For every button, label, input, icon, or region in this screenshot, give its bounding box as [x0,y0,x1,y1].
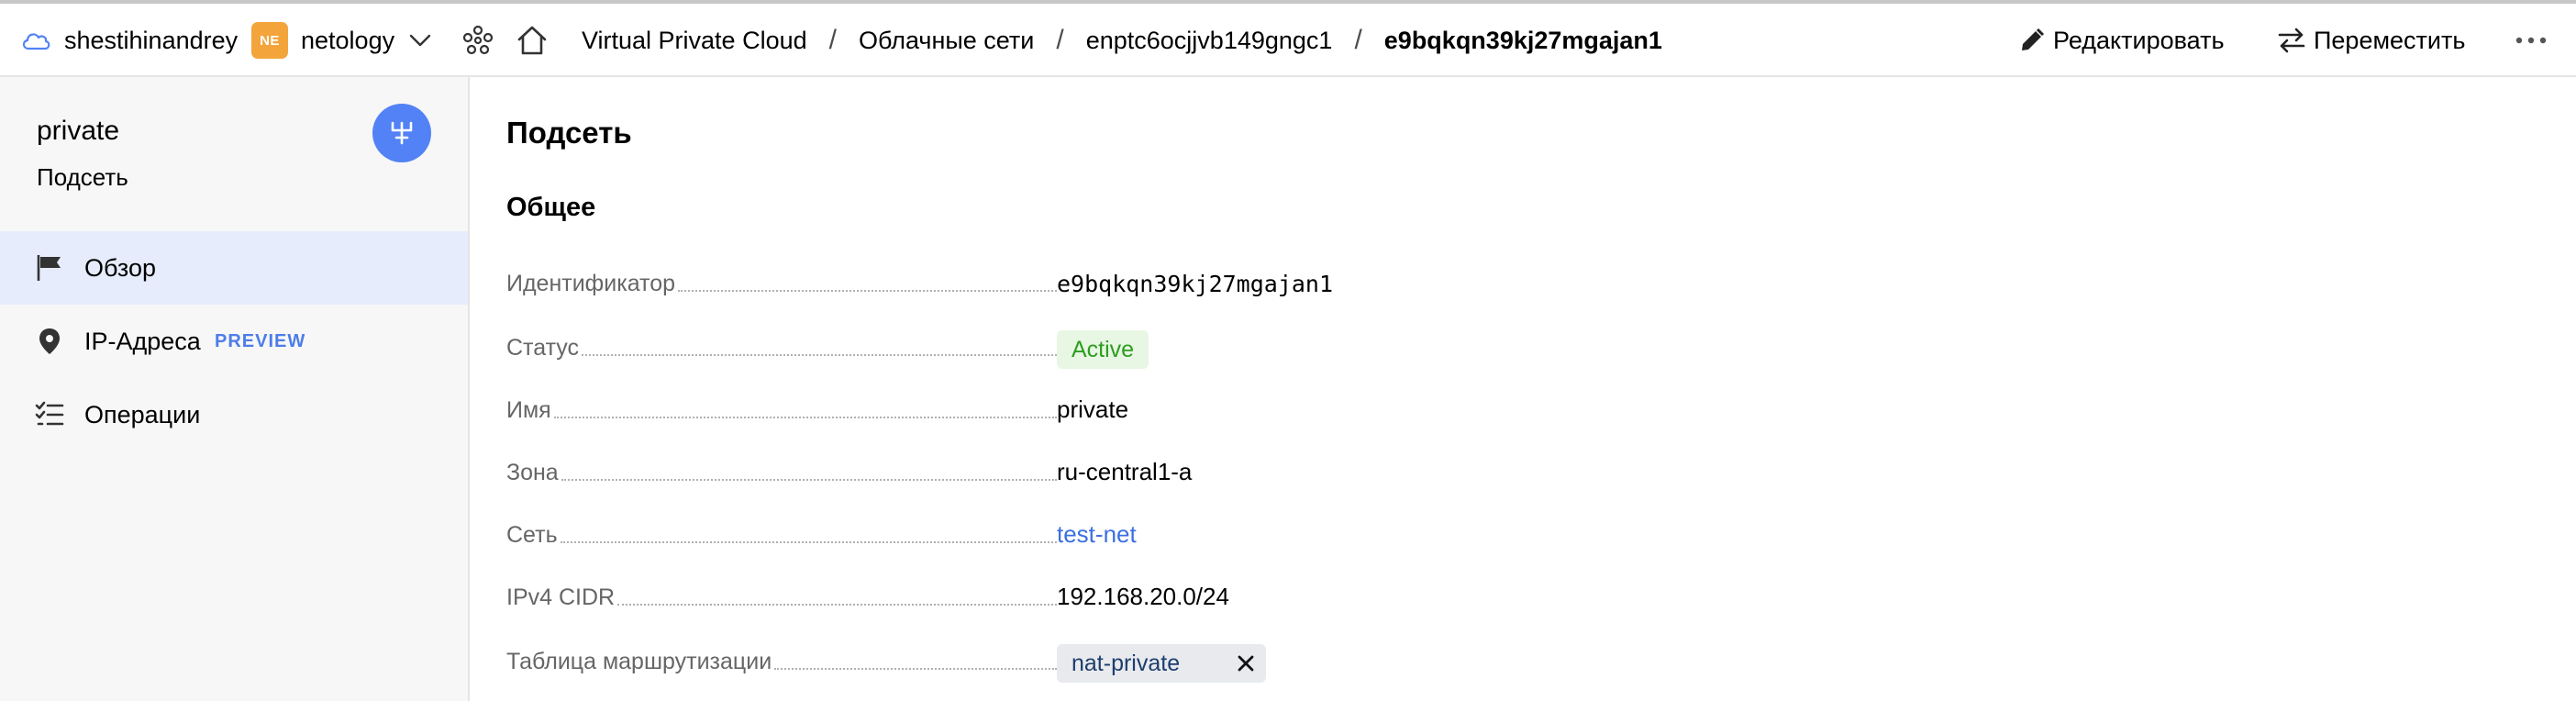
breadcrumb-vpc[interactable]: Virtual Private Cloud [582,27,807,55]
field-row-name: Имя private [506,385,1882,431]
services-button[interactable] [462,4,494,77]
swap-arrows-icon [2277,28,2306,53]
sidebar: private Подсеть Обзор IP-Адреса PREVIEW … [0,77,470,701]
account-name: shestihinandrey [64,26,239,54]
preview-badge: PREVIEW [215,330,306,351]
home-icon [516,25,549,56]
account-switcher[interactable]: shestihinandrey [20,4,238,77]
move-label: Переместить [2314,26,2466,54]
breadcrumb: Virtual Private Cloud / Облачные сети / … [582,4,1662,77]
field-label: Статус [506,335,580,361]
dotted-leader [561,479,1057,481]
breadcrumb-current-subnet: e9bqkqn39kj27mgajan1 [1383,26,1662,54]
field-row-zone: Зона ru-central1-a [506,448,1882,494]
sidebar-item-operations[interactable]: Операции [0,378,468,451]
dotted-leader [553,417,1057,418]
cloud-icon [20,28,51,52]
field-label: IPv4 CIDR [506,584,616,610]
sidebar-item-label: Операции [84,400,201,428]
resource-type: Подсеть [37,163,128,191]
section-title: Общее [506,193,596,222]
field-label: Зона [506,460,559,485]
resource-title: private [37,116,120,146]
sidebar-item-label: Обзор [84,253,156,282]
field-label: Идентификатор [506,271,676,296]
dotted-leader [582,354,1057,356]
sidebar-item-ip-addresses[interactable]: IP-Адреса PREVIEW [0,305,468,378]
cloud-badge: NE [251,22,288,59]
close-icon[interactable] [1233,651,1259,676]
field-row-cidr: IPv4 CIDR 192.168.20.0/24 [506,573,1882,618]
field-row-network: Сеть test-net [506,510,1882,556]
chevron-down-icon [409,34,431,47]
field-value-id: e9bqkqn39kj27mgajan1 [1057,271,1334,297]
breadcrumb-separator: / [828,25,837,55]
top-bar: shestihinandrey NE netology Virtual Priv… [0,0,2576,77]
move-button[interactable]: Переместить [2277,4,2465,77]
checklist-icon [35,400,64,429]
status-badge: Active [1057,330,1149,369]
breadcrumb-cloud-networks[interactable]: Облачные сети [859,27,1034,55]
more-actions-button[interactable] [2515,4,2547,77]
field-row-status: Статус Active [506,323,1882,369]
location-pin-icon [35,327,64,356]
sidebar-item-overview[interactable]: Обзор [0,231,468,305]
home-button[interactable] [516,4,549,77]
dotted-leader [617,604,1057,606]
route-table-tag-label[interactable]: nat-private [1071,651,1180,677]
field-label: Имя [506,397,551,423]
cloud-name: netology [301,26,395,54]
field-value-cidr: 192.168.20.0/24 [1057,583,1229,610]
more-icon [2515,37,2547,44]
field-label: Сеть [506,522,558,548]
sidebar-item-label: IP-Адреса [84,327,201,355]
pencil-icon [2018,27,2046,54]
cloud-switcher[interactable]: NE netology [251,4,431,77]
main-content: Подсеть Общее Идентификатор e9bqkqn39kj2… [472,77,2576,701]
dotted-leader [774,668,1057,670]
dotted-leader [560,541,1057,543]
breadcrumb-network[interactable]: enptc6ocjjvb149gngc1 [1086,27,1333,55]
field-row-id: Идентификатор e9bqkqn39kj27mgajan1 [506,259,1882,305]
vpc-service-icon [372,104,431,162]
breadcrumb-separator: / [1354,25,1362,55]
field-value-zone: ru-central1-a [1057,458,1193,485]
edit-button[interactable]: Редактировать [2018,4,2225,77]
field-label: Таблица маршрутизации [506,649,772,674]
dotted-leader [678,290,1057,292]
flag-icon [35,253,64,283]
route-table-tag[interactable]: nat-private [1057,644,1266,683]
field-row-route-table: Таблица маршрутизации nat-private [506,637,1882,683]
services-icon [462,25,494,56]
breadcrumb-separator: / [1056,25,1064,55]
edit-label: Редактировать [2053,26,2225,54]
page-title: Подсеть [506,116,632,150]
field-value-name: private [1057,395,1129,423]
network-link[interactable]: test-net [1057,520,1137,549]
